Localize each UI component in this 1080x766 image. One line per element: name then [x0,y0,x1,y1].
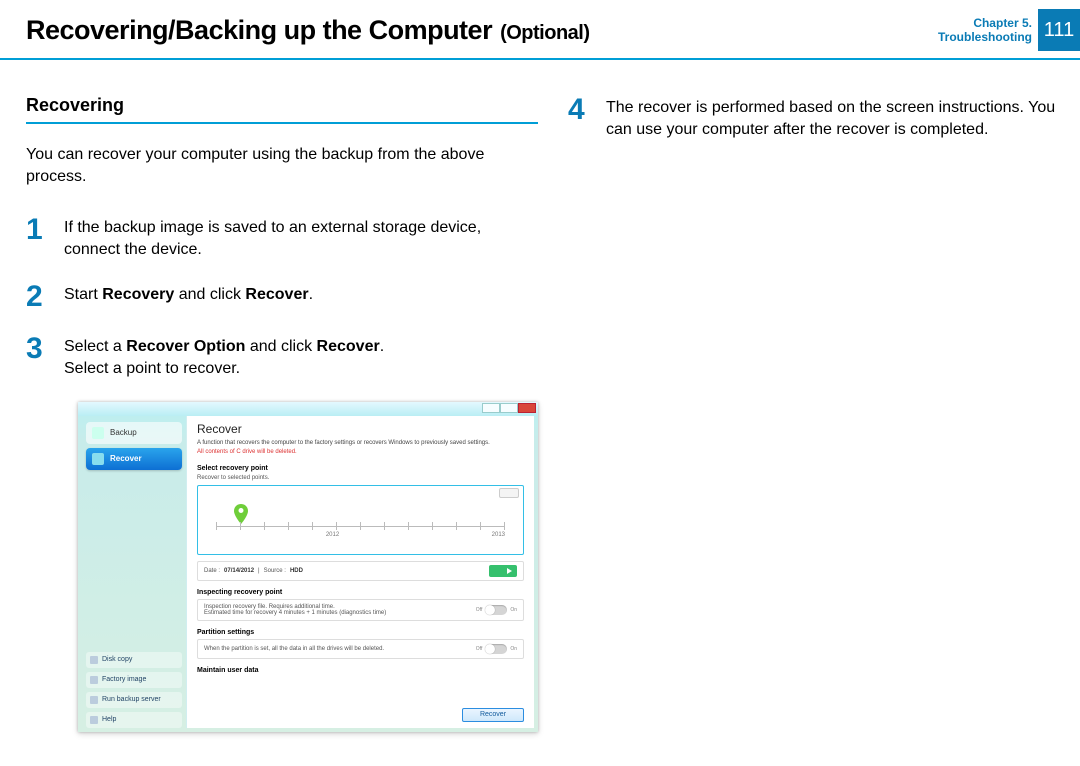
server-icon [90,696,98,704]
t: and click [245,338,316,355]
toggle-off-label: Off [476,607,483,613]
partition-label: Partition settings [197,629,524,636]
timeline-ticks [216,522,505,530]
step-number: 4 [568,95,592,140]
tick-label: 2012 [326,532,339,538]
t: Start [64,286,102,303]
label: Backup [110,428,137,437]
title-bar [78,402,538,416]
close-button[interactable] [518,403,536,413]
inspecting-label: Inspecting recovery point [197,589,524,596]
sidebar-link-factory-image[interactable]: Factory image [86,672,182,688]
left-column: Recovering You can recover your computer… [26,95,538,756]
timeline-box: 2012 2013 [197,485,524,555]
label: Run backup server [102,696,161,703]
select-point-sub: Recover to selected points. [197,475,524,481]
timeline[interactable]: 2012 2013 [206,492,515,548]
sidebar-item-recover[interactable]: Recover [86,448,182,470]
step-4: 4 The recover is performed based on the … [568,95,1060,140]
inspect-toggle[interactable] [485,605,507,615]
sidebar-link-run-backup-server[interactable]: Run backup server [86,692,182,708]
backup-icon [92,427,104,439]
date-value: 07/14/2012 [224,568,254,574]
label: Recover [110,454,142,463]
header-underline [0,58,1080,60]
label: Disk copy [102,656,132,663]
partition-row: When the partition is set, all the data … [197,639,524,659]
maintain-label: Maintain user data [197,667,524,674]
app-main-panel: Recover A function that recovers the com… [186,416,534,728]
panel-title: Recover [197,422,524,436]
step-number: 1 [26,215,50,260]
minimize-button[interactable] [482,403,500,413]
toggle-off-label: Off [476,646,483,652]
bold: Recover Option [126,338,245,355]
section-heading: Recovering [26,95,538,124]
sidebar-item-backup[interactable]: Backup [86,422,182,444]
chapter-line2: Troubleshooting [938,30,1032,44]
page-number: 111 [1044,19,1074,42]
right-column: 4 The recover is performed based on the … [568,95,1060,756]
disk-copy-icon [90,656,98,664]
step-number: 2 [26,282,50,312]
page-number-badge: 111 [1038,9,1080,51]
timeline-tick-labels: 2012 2013 [216,532,505,538]
recover-button-label: Recover [480,711,506,718]
title-text: Recovering/Backing up the Computer [26,15,492,46]
recover-button[interactable]: Recover [462,708,524,722]
sidebar-link-disk-copy[interactable]: Disk copy [86,652,182,668]
title-optional: (Optional) [500,22,589,45]
panel-desc: A function that recovers the computer to… [197,440,524,448]
step-text: Select a Recover Option and click Recove… [64,334,384,379]
recover-icon [92,453,104,465]
proceed-button[interactable] [489,565,517,577]
toggle-on-label: On [510,646,517,652]
chapter-label: Chapter 5. Troubleshooting [938,16,1032,45]
page-header: Recovering/Backing up the Computer (Opti… [0,0,1080,60]
maximize-button[interactable] [500,403,518,413]
step-number: 3 [26,334,50,379]
inspecting-row: Inspection recovery file. Requires addit… [197,599,524,621]
step-text: If the backup image is saved to an exter… [64,215,538,260]
toggle-on-label: On [510,607,517,613]
sidebar-link-help[interactable]: Help [86,712,182,728]
bold: Recover [245,286,308,303]
help-icon [90,716,98,724]
recovery-point-pin-icon[interactable] [234,504,248,524]
window-buttons [482,403,536,413]
bold: Recover [317,338,380,355]
intro-text: You can recover your computer using the … [26,144,538,187]
step-text: The recover is performed based on the sc… [606,95,1060,140]
source-value: HDD [290,568,303,574]
date-label: Date : [204,568,220,574]
select-point-label: Select recovery point [197,465,524,472]
step-text: Start Recovery and click Recover. [64,282,313,312]
chapter-line1: Chapter 5. [938,16,1032,30]
t2: Select a point to recover. [64,360,240,377]
factory-image-icon [90,676,98,684]
bold: Recovery [102,286,174,303]
partition-toggle[interactable] [485,644,507,654]
header-right: Chapter 5. Troubleshooting 111 [938,0,1080,60]
date-source-row: Date : 07/14/2012 | Source : HDD [197,561,524,581]
label: Help [102,716,116,723]
t: Select a [64,338,126,355]
inspecting-desc: Inspection recovery file. Requires addit… [204,604,386,616]
source-label: Source : [264,568,286,574]
panel-warning: All contents of C drive will be deleted. [197,449,524,455]
tick-label: 2013 [492,532,505,538]
page-title: Recovering/Backing up the Computer (Opti… [26,15,590,46]
t: . [380,338,384,355]
recovery-app-window: Backup Recover Disk copy Factory image R… [78,402,538,732]
t: and click [174,286,245,303]
t: . [309,286,313,303]
step-1: 1 If the backup image is saved to an ext… [26,215,538,260]
label: Factory image [102,676,146,683]
partition-desc: When the partition is set, all the data … [204,646,384,652]
step-2: 2 Start Recovery and click Recover. [26,282,538,312]
step-3: 3 Select a Recover Option and click Reco… [26,334,538,379]
app-sidebar: Backup Recover Disk copy Factory image R… [82,416,186,728]
